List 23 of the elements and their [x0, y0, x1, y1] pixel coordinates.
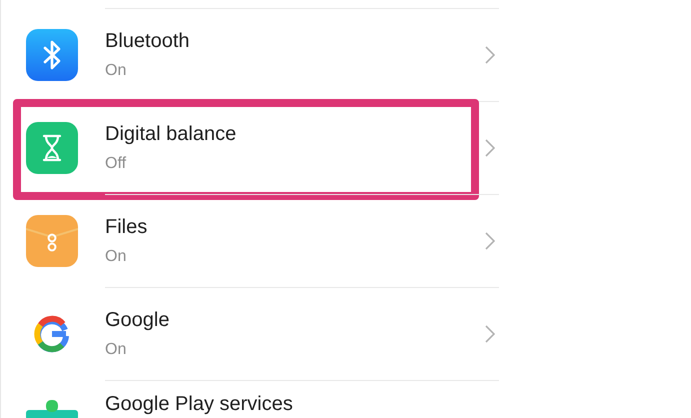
- settings-row[interactable]: Digital balance Off: [1, 101, 499, 194]
- setting-title: Google: [105, 309, 170, 331]
- settings-row[interactable]: Google Play services: [1, 380, 499, 418]
- google-g-icon: [32, 314, 72, 354]
- hourglass-icon: [26, 122, 78, 174]
- settings-row[interactable]: Bluetooth On: [1, 8, 499, 101]
- setting-status: On: [105, 248, 128, 266]
- puzzle-piece-icon: [26, 400, 78, 418]
- setting-status: On: [105, 62, 128, 80]
- chevron-right-icon: [485, 232, 495, 250]
- setting-title: Bluetooth: [105, 30, 191, 52]
- chevron-right-icon: [485, 139, 495, 157]
- setting-title: Digital balance: [105, 123, 238, 145]
- bluetooth-icon: [26, 28, 78, 80]
- setting-status: On: [105, 341, 128, 359]
- settings-row[interactable]: Google On: [1, 287, 499, 380]
- chevron-right-icon: [485, 325, 495, 343]
- setting-status: Off: [105, 155, 128, 173]
- folder-icon: [26, 214, 78, 266]
- chevron-right-icon: [485, 46, 495, 64]
- setting-title: Google Play services: [105, 393, 294, 415]
- settings-row[interactable]: Files On: [1, 194, 499, 287]
- setting-title: Files: [105, 216, 148, 238]
